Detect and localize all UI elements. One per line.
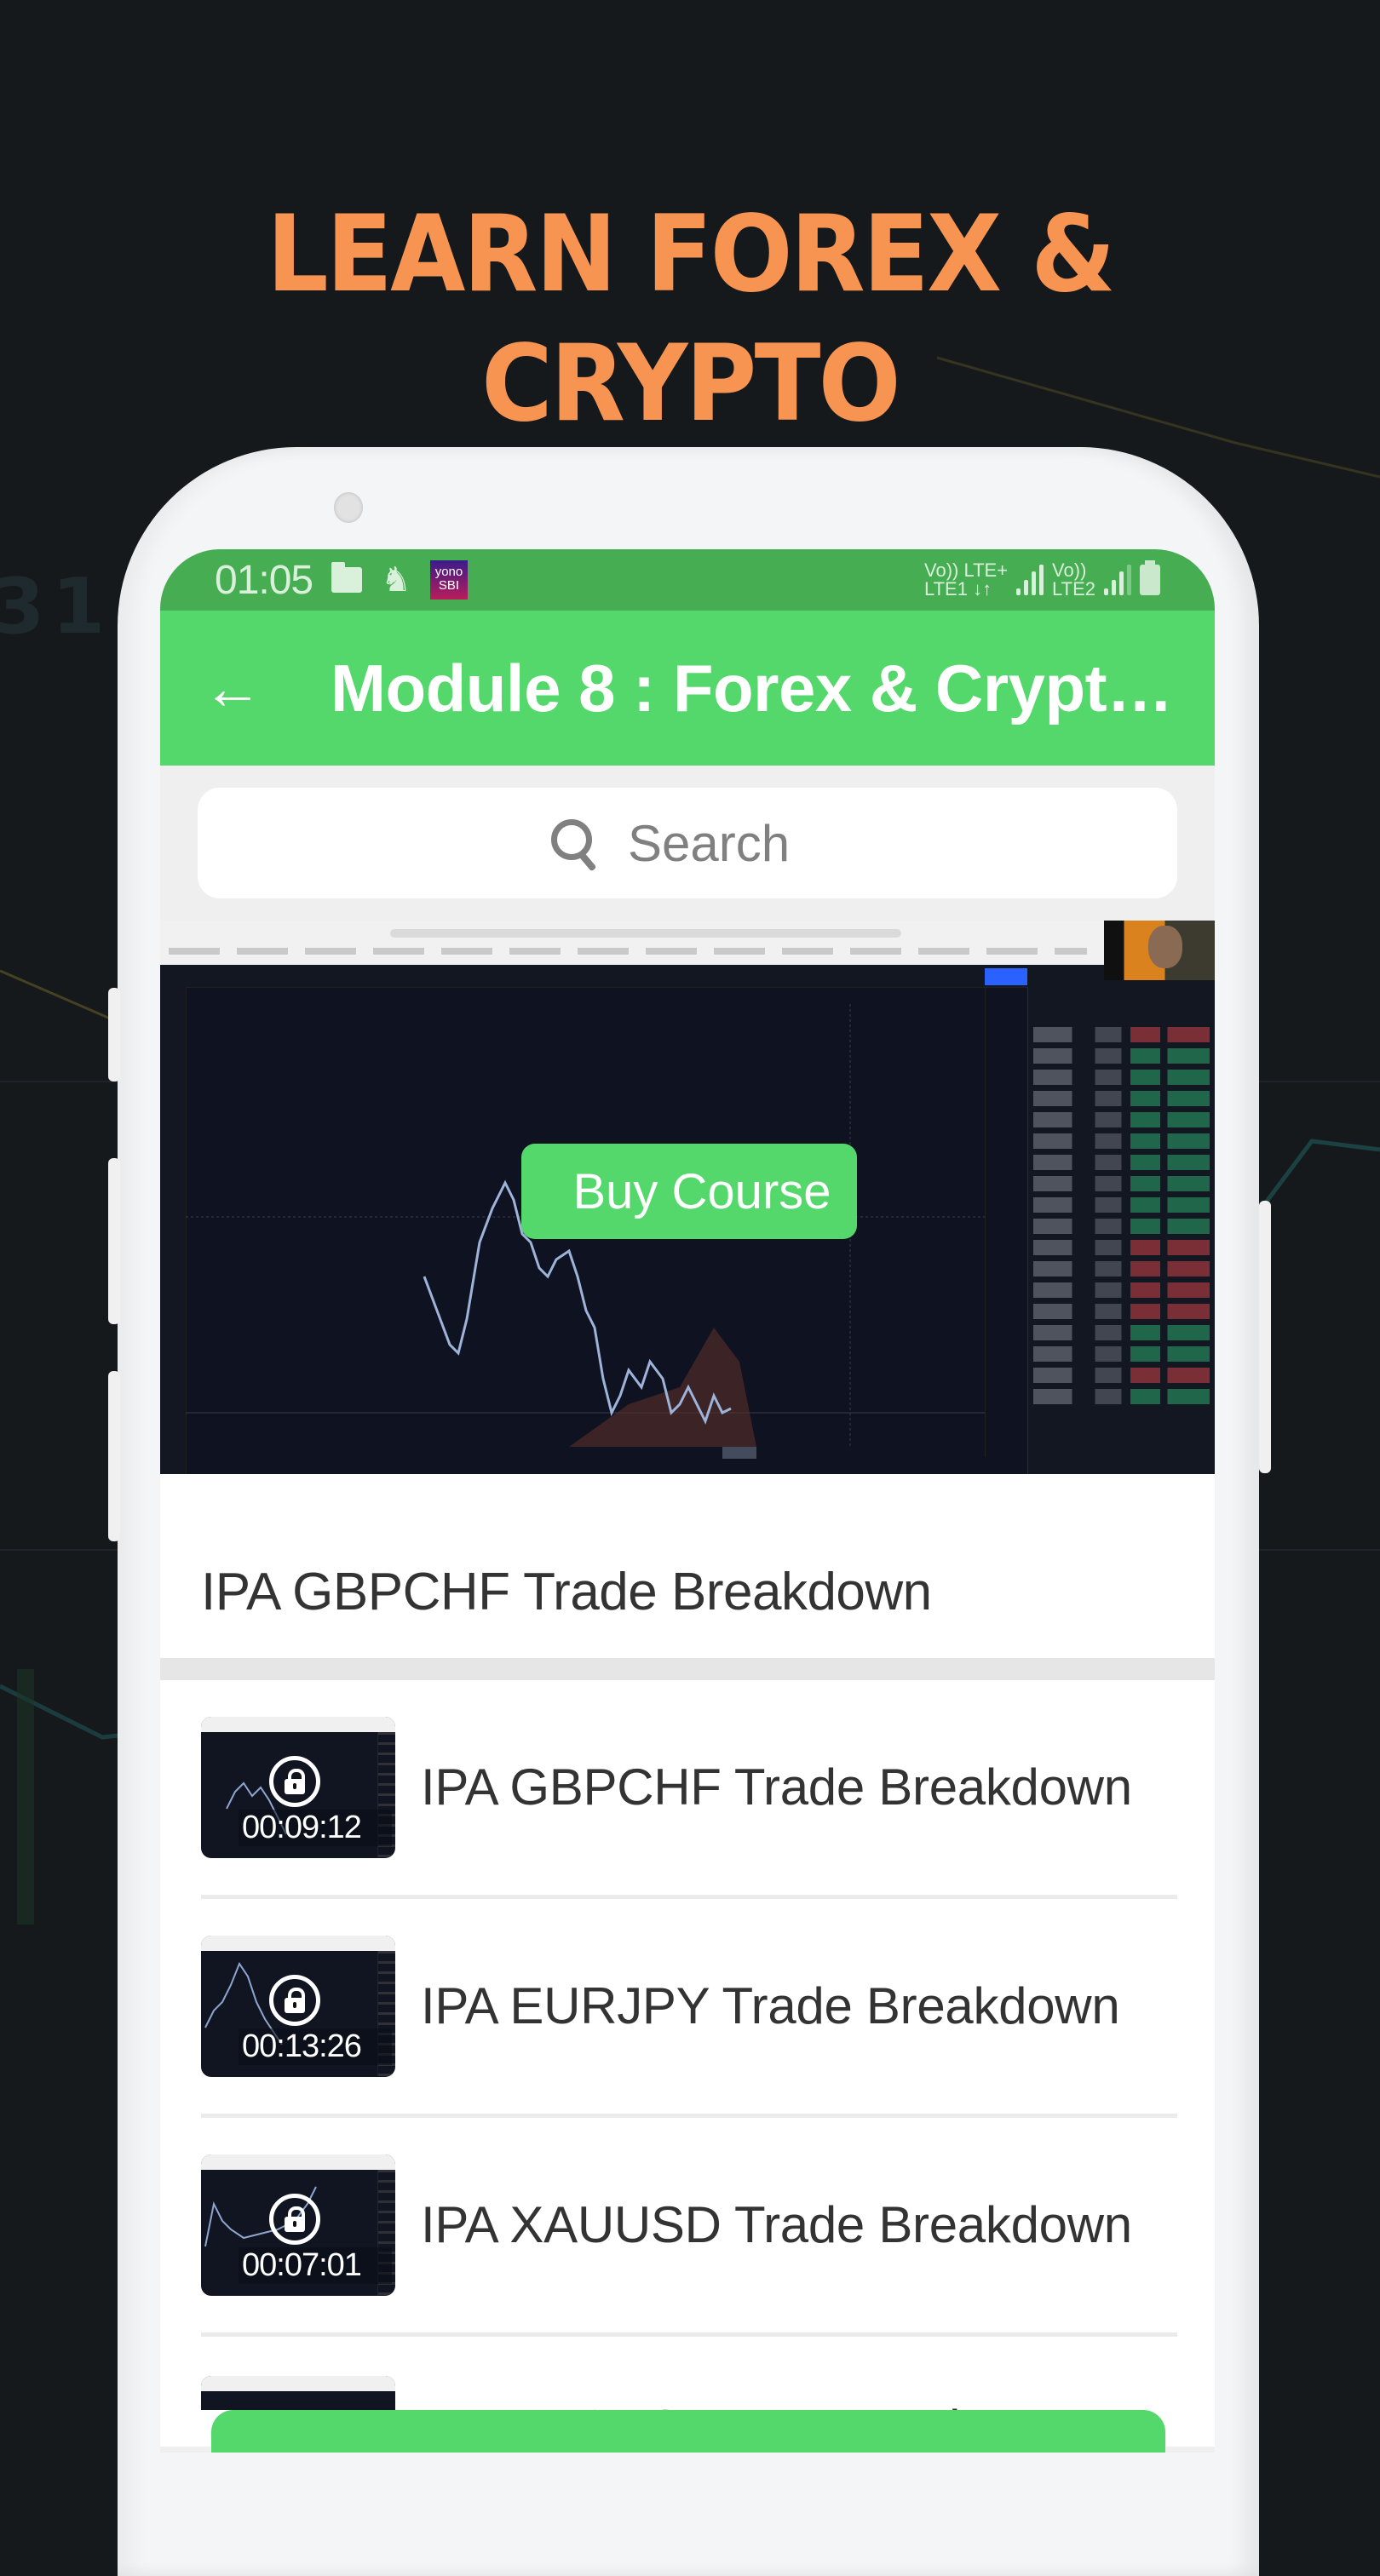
fitness-icon: ♞ [381,561,411,599]
video-price-axis [985,987,1028,1457]
current-lesson-header: IPA GBPCHF Trade Breakdown [160,1474,1215,1658]
lesson-thumbnail: 00:07:01 [201,2154,395,2296]
phone-side-button [108,988,120,1081]
lock-icon [269,1756,320,1807]
sim1-network-label: Vo)) LTE+ LTE1 ↓↑ [924,559,1009,600]
battery-icon [1140,560,1160,595]
video-drawing-tools [160,987,187,1474]
lesson-title: IPA GBPCHF Trade Breakdown [421,1758,1132,1816]
lesson-list: 00:09:12 IPA GBPCHF Trade Breakdown 00:1… [160,1680,1215,2447]
lesson-duration: 00:13:26 [239,2028,392,2065]
lesson-thumbnail: 00:13:26 [201,1936,395,2077]
lock-icon [269,1975,320,2026]
buy-course-button[interactable]: Buy Course [521,1144,857,1239]
lesson-item[interactable]: 00:13:26 IPA EURJPY Trade Breakdown [201,1899,1177,2118]
video-chart-toolbar [160,965,1215,988]
lesson-thumbnail [201,2376,395,2410]
lesson-thumbnail: 00:09:12 [201,1717,395,1858]
status-bar: 01:05 ♞ yono SBI Vo)) LTE+ LTE1 ↓↑ Vo)) … [160,549,1215,611]
search-input[interactable] [626,812,825,874]
folder-icon [331,562,363,593]
promo-headline-line-1: LEARN FOREX & CRYPTO [267,193,1116,446]
lesson-title: IPA XAUUSD Trade Breakdown [421,2196,1132,2253]
search-icon [549,818,601,869]
phone-screen: 01:05 ♞ yono SBI Vo)) LTE+ LTE1 ↓↑ Vo)) … [160,549,1215,2453]
section-divider [160,1658,1215,1680]
lesson-duration: 00:07:01 [239,2247,392,2284]
lesson-item[interactable]: 00:07:01 IPA XAUUSD Trade Breakdown [201,2118,1177,2337]
front-camera [334,492,363,523]
bottom-action-button[interactable] [211,2410,1165,2453]
yono-sbi-app-icon: yono SBI [429,560,468,600]
search-bar[interactable] [198,788,1177,898]
lesson-title: IPA EURJPY Trade Breakdown [421,1977,1120,2034]
lesson-title: IPA BTCUSD Long Trade Breakdown [421,2395,1177,2410]
video-publish-badge [985,968,1027,985]
lesson-item[interactable]: 00:09:12 IPA GBPCHF Trade Breakdown [201,1680,1177,1899]
lesson-item[interactable]: IPA BTCUSD Long Trade Breakdown [201,2337,1177,2410]
app-bar: ← Module 8 : Forex & Crypto Trading [160,611,1215,766]
search-container [160,766,1215,921]
lock-icon [269,2194,320,2245]
sim2-network-label: Vo)) LTE2 [1052,559,1095,600]
current-lesson-title: IPA GBPCHF Trade Breakdown [201,1563,932,1621]
lesson-duration: 00:09:12 [239,1810,392,1846]
video-watchlist [1027,987,1215,1474]
sim2-signal-icon [1104,565,1131,595]
sim1-signal-icon [1016,565,1044,595]
video-browser-chrome [160,921,1215,965]
phone-side-button [1259,1201,1271,1473]
phone-side-button [108,1158,120,1324]
video-webcam-overlay [1104,921,1215,980]
status-time: 01:05 [215,557,313,603]
page-title: Module 8 : Forex & Crypto Trading [331,650,1215,726]
back-button[interactable]: ← [160,611,331,766]
back-arrow-icon: ← [203,655,262,721]
phone-side-button [108,1371,120,1541]
video-preview[interactable]: Buy Course [160,921,1215,1474]
